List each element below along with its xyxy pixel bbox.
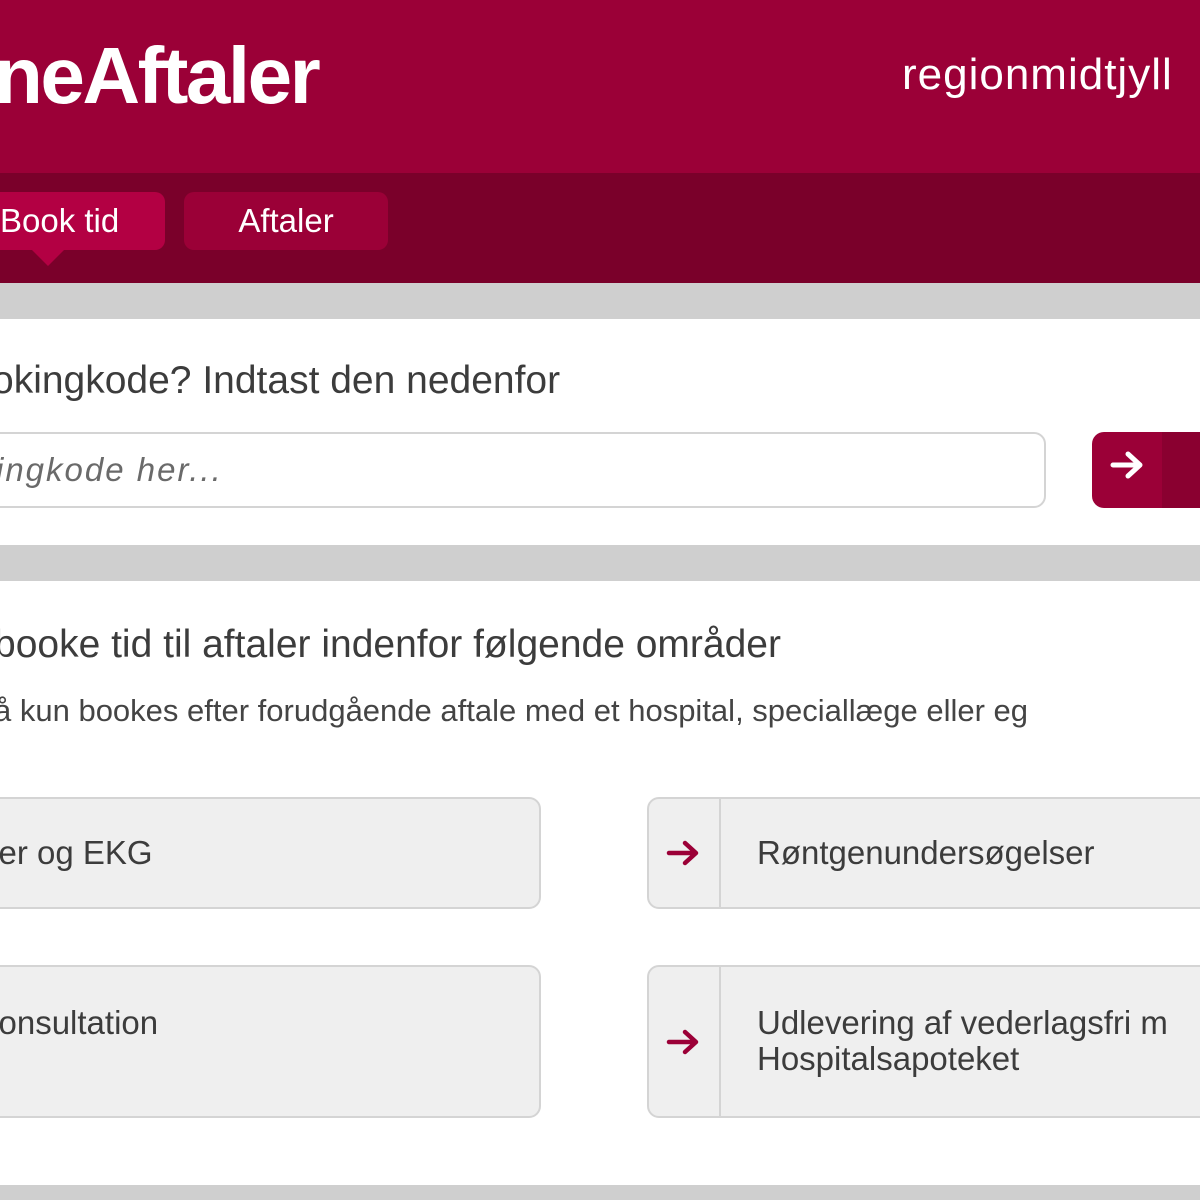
tab-aftaler[interactable]: Aftaler [184,192,388,250]
app-logo[interactable]: neAftaler [0,28,321,124]
booking-areas-description: å kun bookes efter forudgående aftale me… [0,693,1029,728]
card-arrow-cell [649,967,721,1116]
area-card-label: Udlevering af vederlagsfri m Hospitalsap… [757,1005,1168,1077]
header-banner: neAftaler regionmidtjyll [0,0,1200,173]
main-navigation: Book tid Aftaler [0,173,1200,283]
area-card-label-line: Hospitalsapoteket [757,1040,1020,1077]
area-card-ekg[interactable]: ver og EKG [0,797,541,909]
card-arrow-cell [649,799,721,907]
region-name: regionmidtjyll [902,50,1173,99]
area-card-roentgen[interactable]: Røntgenundersøgelser [647,797,1200,909]
tab-book-tid[interactable]: Book tid [0,192,165,266]
area-card-label: Røntgenundersøgelser [757,834,1095,871]
arrow-right-icon [666,1029,699,1054]
submit-button-edge [1162,432,1200,508]
area-card-label: ver og EKG [0,834,153,871]
section-divider [0,1185,1200,1200]
booking-code-heading: okingkode? Indtast den nedenfor [0,359,561,402]
area-card-konsultation[interactable]: konsultation [0,965,541,1118]
area-card-label-line: Udlevering af vederlagsfri m [757,1004,1168,1041]
booking-code-submit-button[interactable] [1092,432,1200,508]
arrow-right-icon [1110,451,1143,479]
arrow-right-icon [666,840,699,866]
section-divider [0,545,1200,581]
area-card-udlevering[interactable]: Udlevering af vederlagsfri m Hospitalsap… [647,965,1200,1118]
booking-code-input[interactable] [0,432,1046,508]
area-card-label: konsultation [0,1004,159,1041]
booking-areas-heading: booke tid til aftaler indenfor følgende … [0,623,781,666]
section-divider [0,283,1200,319]
